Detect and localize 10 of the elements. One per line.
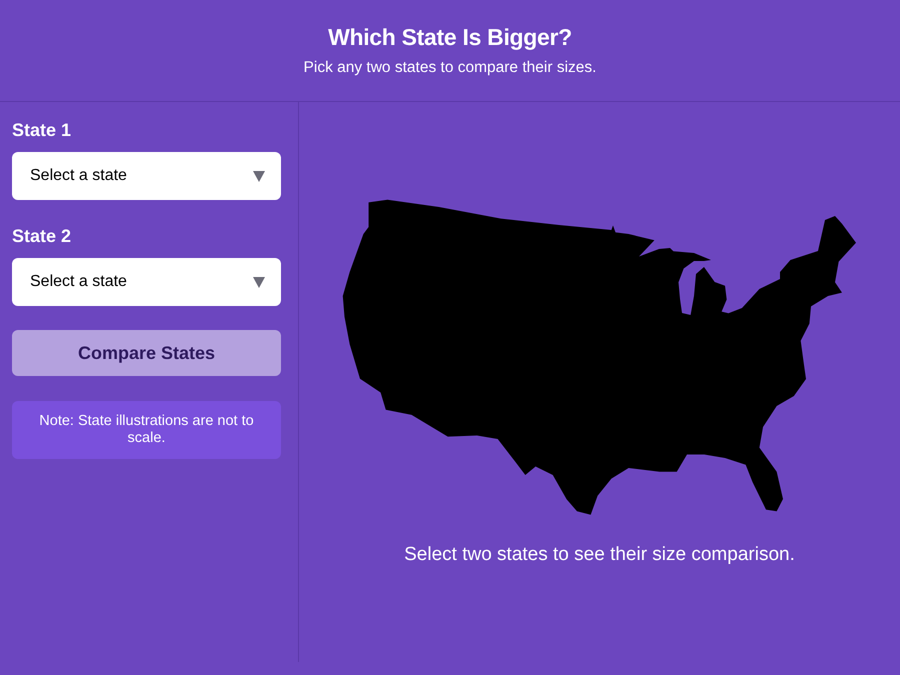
- field-label: State 1: [12, 119, 72, 142]
- caret-icon: [253, 276, 265, 288]
- caret-icon: [253, 170, 265, 182]
- note-text: Note: State illustrations are not to scale.: [12, 401, 281, 459]
- page-subtitle: Pick any two states to compare their sizes.: [304, 58, 596, 78]
- state-select[interactable]: Select a state: [12, 152, 281, 200]
- field-label: State 2: [12, 225, 72, 248]
- comparison-message: Select two states to see their size comparison.: [404, 543, 795, 567]
- page-title: Which State Is Bigger?: [328, 23, 572, 52]
- state-select[interactable]: Select a state: [12, 258, 281, 306]
